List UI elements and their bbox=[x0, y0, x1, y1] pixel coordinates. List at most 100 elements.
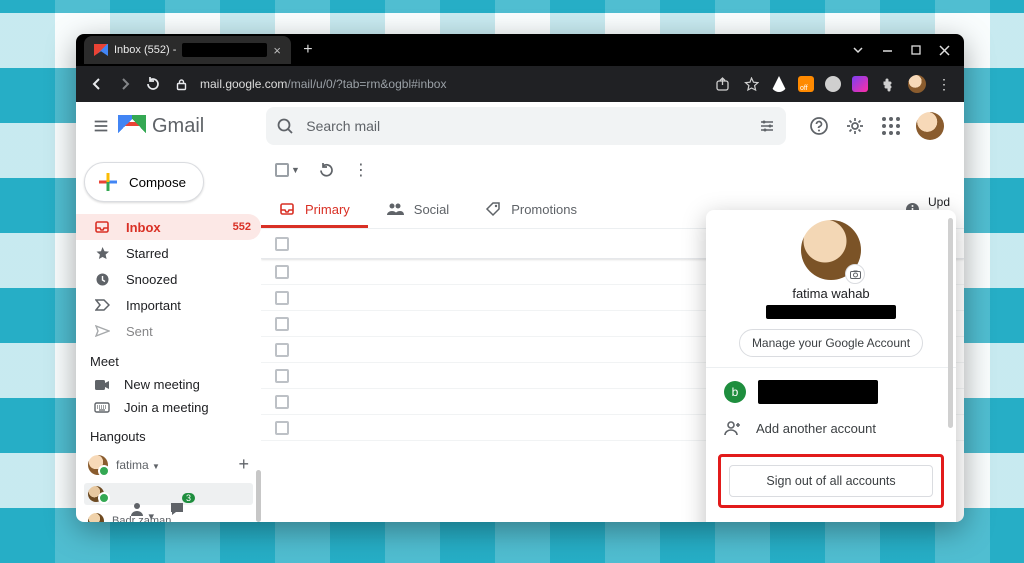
gmail-logo[interactable]: Gmail bbox=[118, 115, 204, 138]
account-menu: fatima wahab Manage your Google Account … bbox=[706, 210, 956, 522]
compose-plus-icon bbox=[99, 173, 117, 191]
hangouts-person-icon[interactable]: ▾ bbox=[126, 498, 148, 520]
tab-promotions-label: Promotions bbox=[511, 202, 577, 217]
tab-title: Inbox (552) - bbox=[114, 44, 176, 56]
tab-primary[interactable]: Primary bbox=[261, 190, 368, 228]
search-placeholder: Search mail bbox=[306, 118, 380, 134]
tab-social[interactable]: Social bbox=[368, 190, 467, 228]
contact-avatar bbox=[88, 513, 104, 522]
important-icon bbox=[94, 299, 110, 311]
compose-label: Compose bbox=[129, 175, 186, 190]
nav-sent[interactable]: Sent bbox=[76, 318, 261, 344]
row-checkbox[interactable] bbox=[275, 395, 289, 409]
more-icon[interactable]: ⋮ bbox=[353, 160, 369, 180]
gmail-m-icon bbox=[118, 115, 146, 137]
support-icon[interactable] bbox=[808, 115, 830, 137]
tab-social-label: Social bbox=[414, 202, 449, 217]
hangouts-chat-icon[interactable]: 3 bbox=[166, 498, 188, 520]
settings-gear-icon[interactable] bbox=[844, 115, 866, 137]
nav-sent-label: Sent bbox=[126, 324, 153, 339]
tab-promotions[interactable]: Promotions bbox=[467, 190, 595, 228]
maximize-icon[interactable] bbox=[911, 45, 921, 55]
keyboard-icon bbox=[94, 402, 110, 413]
meet-new-meeting[interactable]: New meeting bbox=[76, 373, 261, 396]
browser-tab[interactable]: Inbox (552) - × bbox=[84, 36, 291, 64]
row-checkbox[interactable] bbox=[275, 237, 289, 251]
address-bar: mail.google.com/mail/u/0/?tab=rm&ogbl#in… bbox=[76, 66, 964, 102]
browser-window: Inbox (552) - × + mail.google.com/mail/u… bbox=[76, 34, 964, 522]
other-account-row[interactable]: b bbox=[706, 374, 956, 410]
row-checkbox[interactable] bbox=[275, 369, 289, 383]
search-bar[interactable]: Search mail bbox=[266, 107, 786, 145]
manage-account-button[interactable]: Manage your Google Account bbox=[739, 329, 923, 357]
extension-icon-4[interactable] bbox=[852, 76, 868, 92]
tab-updates-label: Upd bbox=[928, 195, 950, 209]
reload-icon[interactable] bbox=[144, 75, 162, 93]
social-tab-icon bbox=[386, 202, 404, 216]
person-add-icon bbox=[724, 420, 742, 436]
inbox-icon bbox=[94, 219, 110, 235]
sign-out-button[interactable]: Sign out of all accounts bbox=[729, 465, 933, 497]
row-checkbox[interactable] bbox=[275, 265, 289, 279]
account-avatar[interactable] bbox=[916, 112, 944, 140]
nav-inbox[interactable]: Inbox 552 bbox=[76, 214, 261, 240]
forward-icon[interactable] bbox=[116, 75, 134, 93]
google-apps-icon[interactable] bbox=[880, 115, 902, 137]
profile-avatar-icon[interactable] bbox=[908, 75, 926, 93]
extensions-puzzle-icon[interactable] bbox=[879, 75, 897, 93]
select-all[interactable]: ▼ bbox=[275, 163, 300, 177]
extension-icon-2[interactable]: off bbox=[798, 76, 814, 92]
tab-title-redacted bbox=[182, 43, 267, 57]
nav-snoozed[interactable]: Snoozed bbox=[76, 266, 261, 292]
other-account-redacted bbox=[758, 380, 878, 404]
hangouts-user-row[interactable]: fatima ▼ + bbox=[76, 448, 261, 479]
row-checkbox[interactable] bbox=[275, 343, 289, 357]
new-tab-button[interactable]: + bbox=[299, 41, 317, 59]
nav-important[interactable]: Important bbox=[76, 292, 261, 318]
popup-scrollbar[interactable] bbox=[948, 218, 953, 428]
gmail-header: Gmail Search mail bbox=[76, 102, 964, 150]
search-options-icon[interactable] bbox=[758, 117, 776, 135]
share-icon[interactable] bbox=[713, 75, 731, 93]
search-icon bbox=[276, 117, 294, 135]
meet-new-label: New meeting bbox=[124, 377, 200, 392]
window-controls bbox=[852, 44, 964, 56]
meet-join-meeting[interactable]: Join a meeting bbox=[76, 396, 261, 419]
hangouts-avatar bbox=[88, 455, 108, 475]
close-window-icon[interactable] bbox=[939, 45, 950, 56]
row-checkbox[interactable] bbox=[275, 291, 289, 305]
row-checkbox[interactable] bbox=[275, 317, 289, 331]
sidebar: Compose Inbox 552 Starred Snoozed bbox=[76, 150, 261, 522]
tab-primary-label: Primary bbox=[305, 202, 350, 217]
nav-starred[interactable]: Starred bbox=[76, 240, 261, 266]
row-checkbox[interactable] bbox=[275, 421, 289, 435]
refresh-icon[interactable] bbox=[318, 162, 335, 179]
main-menu-icon[interactable] bbox=[92, 117, 110, 135]
compose-button[interactable]: Compose bbox=[84, 162, 204, 202]
tab-close-icon[interactable]: × bbox=[273, 43, 281, 58]
add-account-button[interactable]: Add another account bbox=[706, 410, 956, 446]
titlebar: Inbox (552) - × + bbox=[76, 34, 964, 66]
bookmark-star-icon[interactable] bbox=[742, 75, 760, 93]
back-icon[interactable] bbox=[88, 75, 106, 93]
camera-icon[interactable] bbox=[845, 264, 865, 284]
account-name: fatima wahab bbox=[706, 286, 956, 301]
minimize-icon[interactable] bbox=[882, 45, 893, 56]
chat-badge: 3 bbox=[182, 493, 195, 503]
lock-icon[interactable] bbox=[172, 75, 190, 93]
hangouts-add-icon[interactable]: + bbox=[238, 454, 249, 475]
main-panel: ▼ ⋮ Primary Social Promotions bbox=[261, 150, 964, 522]
meet-section-title: Meet bbox=[76, 344, 261, 373]
extension-icon-3[interactable] bbox=[825, 76, 841, 92]
tab-search-icon[interactable] bbox=[852, 44, 864, 56]
video-icon bbox=[94, 379, 110, 391]
extension-icon-1[interactable] bbox=[771, 76, 787, 92]
policy-links: Privacy Policy • Terms of Service bbox=[706, 516, 956, 522]
gmail-favicon bbox=[94, 44, 108, 56]
promotions-tab-icon bbox=[485, 201, 501, 217]
mail-toolbar: ▼ ⋮ bbox=[261, 150, 964, 190]
star-icon bbox=[94, 246, 110, 261]
url[interactable]: mail.google.com/mail/u/0/?tab=rm&ogbl#in… bbox=[200, 77, 446, 91]
other-account-initial: b bbox=[724, 381, 746, 403]
chrome-menu-icon[interactable]: ⋮ bbox=[937, 76, 952, 93]
